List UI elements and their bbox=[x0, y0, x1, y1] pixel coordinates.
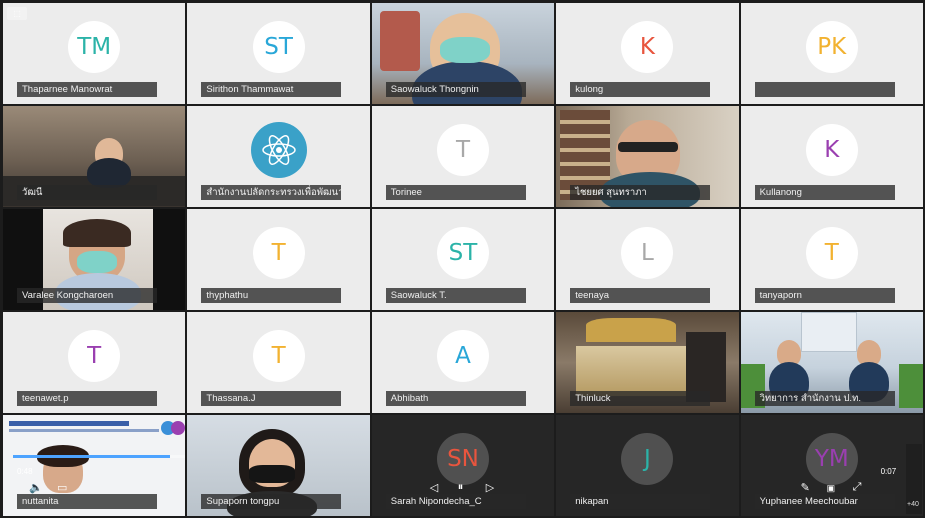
avatar: ST bbox=[252, 21, 305, 74]
participant-video-tile[interactable]: Thinluck bbox=[556, 312, 739, 413]
participant-name: วิทยาการ สำนักงาน ป.ท. bbox=[754, 391, 895, 406]
participant-name: Varalee Kongcharoen bbox=[17, 288, 157, 303]
participant-tile[interactable]: T Thassana.J bbox=[187, 312, 370, 413]
expand-icon[interactable]: ⬚ bbox=[7, 7, 27, 20]
caption-icon[interactable]: ▭ bbox=[57, 481, 67, 494]
participant-tile[interactable]: PK bbox=[740, 3, 923, 104]
participant-tile[interactable]: ST Saowaluck T. bbox=[371, 209, 555, 310]
participant-name: Supaporn tongpu bbox=[201, 494, 342, 509]
participant-video-tile[interactable]: ไชยยศ สุนทราภา bbox=[556, 106, 739, 207]
participant-tile[interactable]: L teenaya bbox=[556, 209, 739, 310]
participant-name: Yuphanee Meechoubar bbox=[754, 494, 895, 509]
pause-icon[interactable]: ⏸ bbox=[458, 481, 464, 494]
participant-video-tile[interactable]: Supaporn tongpu bbox=[187, 415, 370, 516]
participant-name: teenaya bbox=[570, 288, 711, 303]
avatar: T bbox=[805, 227, 858, 280]
avatar: T bbox=[436, 124, 489, 177]
participant-name: thyphathu bbox=[201, 288, 342, 303]
avatar: T bbox=[68, 330, 121, 383]
avatar: L bbox=[621, 227, 674, 280]
participant-tile[interactable]: TM Thaparnee Manowrat ⬚ bbox=[3, 3, 186, 104]
participant-name: Sirithon Thammawat bbox=[201, 82, 342, 97]
participant-tile[interactable]: T tanyaporn bbox=[740, 209, 923, 310]
participant-video-tile[interactable]: Saowaluck Thongnin bbox=[371, 3, 555, 104]
participant-name: Thinluck bbox=[570, 391, 711, 406]
participant-tile[interactable]: T thyphathu bbox=[187, 209, 370, 310]
participant-name: Kullanong bbox=[754, 185, 895, 200]
avatar: TM bbox=[68, 21, 121, 74]
participant-name: Saowaluck Thongnin bbox=[385, 82, 526, 97]
participant-name: Torinee bbox=[385, 185, 526, 200]
participant-name: Thaparnee Manowrat bbox=[17, 82, 157, 97]
participant-tile[interactable]: K Kullanong bbox=[740, 106, 923, 207]
avatar: YM bbox=[805, 433, 858, 486]
participant-name: nikapan bbox=[570, 494, 711, 509]
participant-tile[interactable]: A Abhibath bbox=[371, 312, 555, 413]
avatar: J bbox=[621, 433, 674, 486]
rewind-icon[interactable]: ◁ bbox=[430, 481, 438, 494]
atom-icon bbox=[261, 135, 296, 166]
avatar: A bbox=[436, 330, 489, 383]
avatar: PK bbox=[805, 21, 858, 74]
fullscreen-icon[interactable]: ⤢ bbox=[853, 481, 862, 494]
participant-name: teenawet.p bbox=[17, 391, 157, 406]
org-logo bbox=[250, 122, 307, 179]
time-remaining: 0:07 bbox=[880, 467, 897, 476]
video-grid: TM Thaparnee Manowrat ⬚ ST Sirithon Tham… bbox=[3, 3, 923, 516]
participant-tile[interactable]: T teenawet.p bbox=[3, 312, 186, 413]
participant-video-tile[interactable]: 0:48 🔈 ▭ nuttanita bbox=[3, 415, 186, 516]
side-panel-toggle[interactable]: +40 bbox=[906, 444, 922, 514]
volume-icon[interactable]: 🔈 bbox=[29, 481, 43, 494]
participant-name: nuttanita bbox=[17, 494, 157, 509]
avatar: K bbox=[621, 21, 674, 74]
participant-video-tile[interactable]: วิทยาการ สำนักงาน ป.ท. bbox=[740, 312, 923, 413]
pencil-icon[interactable]: ✎ bbox=[801, 481, 810, 494]
participant-tile[interactable]: SN ◁ ⏸ ▷ Sarah Nipondecha_C bbox=[371, 415, 555, 516]
participant-tile[interactable]: K kulong bbox=[556, 3, 739, 104]
participant-name: kulong bbox=[570, 82, 711, 97]
participant-name: ไชยยศ สุนทราภา bbox=[570, 185, 711, 200]
participant-video-tile[interactable]: วัฒนี bbox=[3, 106, 186, 207]
avatar: T bbox=[252, 227, 305, 280]
participant-name: Abhibath bbox=[385, 391, 526, 406]
participant-tile[interactable]: สำนักงานปลัดกระทรวงเพื่อพัฒนา bbox=[187, 106, 370, 207]
participant-tile[interactable]: ST Sirithon Thammawat bbox=[187, 3, 370, 104]
participant-name: สำนักงานปลัดกระทรวงเพื่อพัฒนา bbox=[201, 185, 342, 200]
participant-tile[interactable]: T Torinee bbox=[371, 106, 555, 207]
playback-progress-bar[interactable] bbox=[13, 455, 186, 458]
hd-icon[interactable]: ▣ bbox=[827, 483, 836, 494]
participant-name: Thassana.J bbox=[201, 391, 342, 406]
avatar: T bbox=[252, 330, 305, 383]
time-elapsed: 0:48 bbox=[17, 467, 33, 476]
forward-icon[interactable]: ▷ bbox=[486, 481, 494, 494]
more-participants-count: +40 bbox=[907, 501, 919, 508]
participant-tile[interactable]: YM ✎ ▣ ⤢ 0:07 Yuphanee Meechoubar bbox=[740, 415, 923, 516]
participant-name: Sarah Nipondecha_C bbox=[385, 494, 526, 509]
avatar: ST bbox=[436, 227, 489, 280]
participant-tile[interactable]: J nikapan bbox=[556, 415, 739, 516]
participant-name: Saowaluck T. bbox=[385, 288, 526, 303]
participant-name: วัฒนี bbox=[17, 185, 157, 200]
participant-video-tile[interactable]: Varalee Kongcharoen bbox=[3, 209, 186, 310]
avatar: SN bbox=[436, 433, 489, 486]
participant-name bbox=[754, 82, 895, 97]
participant-name: tanyaporn bbox=[754, 288, 895, 303]
avatar: K bbox=[805, 124, 858, 177]
